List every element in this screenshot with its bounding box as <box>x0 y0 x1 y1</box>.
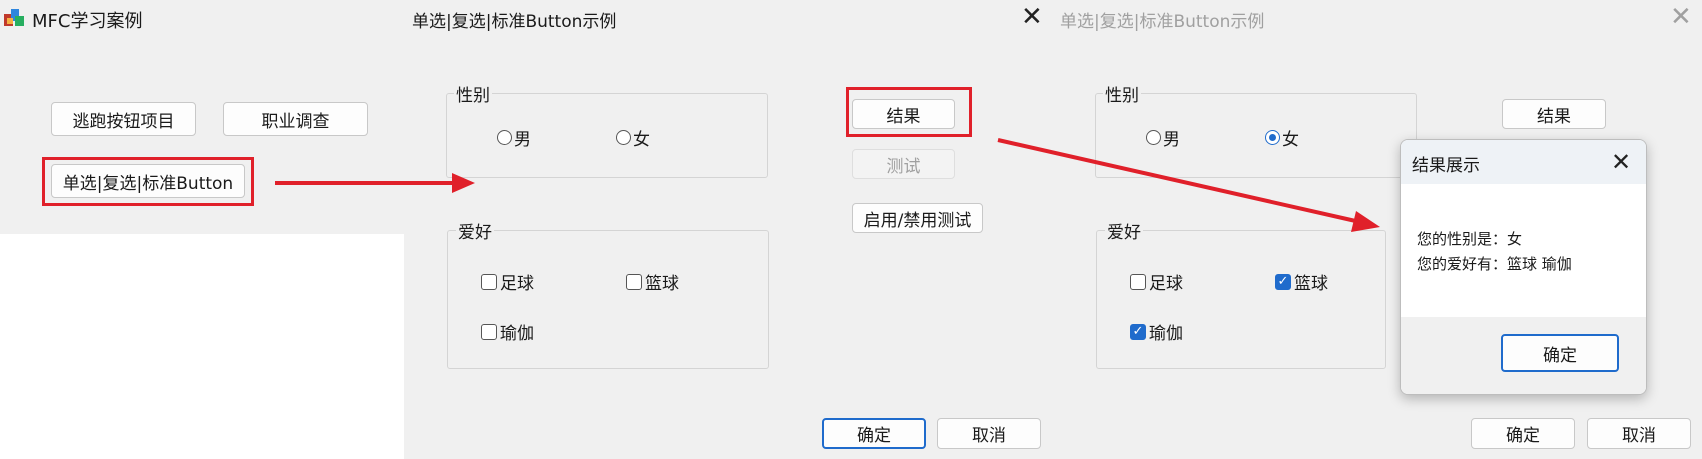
checkbox-football-box[interactable] <box>481 273 497 290</box>
radio-female-indicator[interactable] <box>616 130 631 145</box>
checkbox-yoga-box[interactable]: ✓ <box>1130 323 1146 340</box>
hobby-group-label: 爱好 <box>1105 218 1143 243</box>
career-survey-button[interactable]: 职业调查 <box>223 102 368 136</box>
checkbox-basketball-box[interactable] <box>626 273 642 290</box>
hobby-groupbox <box>1096 230 1386 369</box>
gender-groupbox <box>446 93 768 178</box>
gender-group-label: 性别 <box>1103 81 1141 106</box>
radio-female-indicator[interactable] <box>1265 130 1280 145</box>
result-button[interactable]: 结果 <box>1502 99 1606 129</box>
checkbox-basketball-box[interactable]: ✓ <box>1275 273 1291 290</box>
radio-female-label: 女 <box>1282 130 1299 150</box>
ok-button[interactable]: 确定 <box>1471 418 1575 449</box>
checkbox-football-label: 足球 <box>1149 274 1183 294</box>
checkbox-football[interactable]: 足球 <box>481 269 534 294</box>
radio-male-label: 男 <box>514 130 531 150</box>
result-hobby-text: 您的爱好有：篮球 瑜伽 <box>1417 255 1572 273</box>
result-message-body: 您的性别是：女 您的爱好有：篮球 瑜伽 <box>1401 184 1646 317</box>
highlight-main-button <box>42 157 254 206</box>
cancel-button[interactable]: 取消 <box>1587 418 1691 449</box>
dialog-before-title: 单选|复选|标准Button示例 <box>412 12 617 32</box>
hobby-groupbox <box>447 230 769 369</box>
checkbox-basketball[interactable]: ✓ 篮球 <box>1275 269 1328 294</box>
result-message-box: 结果展示 ✕ 您的性别是：女 您的爱好有：篮球 瑜伽 确定 <box>1400 139 1647 395</box>
ok-button[interactable]: 确定 <box>822 418 926 449</box>
cancel-button[interactable]: 取消 <box>937 418 1041 449</box>
result-message-box-titlebar: 结果展示 ✕ <box>1401 140 1646 184</box>
close-icon[interactable]: ✕ <box>1021 4 1043 30</box>
app-icon <box>3 6 25 28</box>
close-icon[interactable]: ✕ <box>1670 4 1692 30</box>
checkbox-yoga-box[interactable] <box>481 323 497 340</box>
radio-female[interactable]: 女 <box>616 125 650 150</box>
escape-button-project-button[interactable]: 逃跑按钮项目 <box>51 102 196 136</box>
checkbox-basketball-label: 篮球 <box>1294 274 1328 294</box>
result-gender-text: 您的性别是：女 <box>1417 230 1523 248</box>
close-icon[interactable]: ✕ <box>1611 149 1631 175</box>
gender-groupbox <box>1095 93 1417 178</box>
result-message-box-title: 结果展示 <box>1412 156 1480 176</box>
radio-male[interactable]: 男 <box>497 125 531 150</box>
highlight-result-button <box>846 87 972 137</box>
gender-group-label: 性别 <box>454 81 492 106</box>
main-window-titlebar: MFC学习案例 <box>0 0 404 36</box>
checkbox-football[interactable]: 足球 <box>1130 269 1183 294</box>
radio-male-indicator[interactable] <box>1146 130 1161 145</box>
toggle-test-button[interactable]: 启用/禁用测试 <box>852 203 983 233</box>
radio-male-indicator[interactable] <box>497 130 512 145</box>
hobby-group-label: 爱好 <box>456 218 494 243</box>
result-ok-button[interactable]: 确定 <box>1501 334 1619 372</box>
checkbox-yoga[interactable]: 瑜伽 <box>481 319 534 344</box>
radio-female-label: 女 <box>633 130 650 150</box>
radio-male-label: 男 <box>1163 130 1180 150</box>
checkbox-basketball-label: 篮球 <box>645 274 679 294</box>
checkbox-yoga-label: 瑜伽 <box>1149 324 1183 344</box>
radio-male[interactable]: 男 <box>1146 125 1180 150</box>
dialog-before-titlebar: 单选|复选|标准Button示例 ✕ <box>404 0 1052 36</box>
radio-female[interactable]: 女 <box>1265 125 1299 150</box>
dialog-after-titlebar: 单选|复选|标准Button示例 ✕ <box>1052 0 1702 36</box>
result-message-footer: 确定 <box>1401 317 1646 394</box>
dialog-after-title: 单选|复选|标准Button示例 <box>1060 12 1265 32</box>
main-window-title: MFC学习案例 <box>32 11 143 32</box>
test-button[interactable]: 测试 <box>852 149 955 179</box>
checkbox-football-box[interactable] <box>1130 273 1146 290</box>
dialog-before: 单选|复选|标准Button示例 ✕ 性别 男 女 爱好 足球 篮球 瑜伽 结果… <box>404 0 1052 459</box>
checkbox-yoga-label: 瑜伽 <box>500 324 534 344</box>
checkbox-football-label: 足球 <box>500 274 534 294</box>
checkbox-basketball[interactable]: 篮球 <box>626 269 679 294</box>
checkbox-yoga[interactable]: ✓ 瑜伽 <box>1130 319 1183 344</box>
